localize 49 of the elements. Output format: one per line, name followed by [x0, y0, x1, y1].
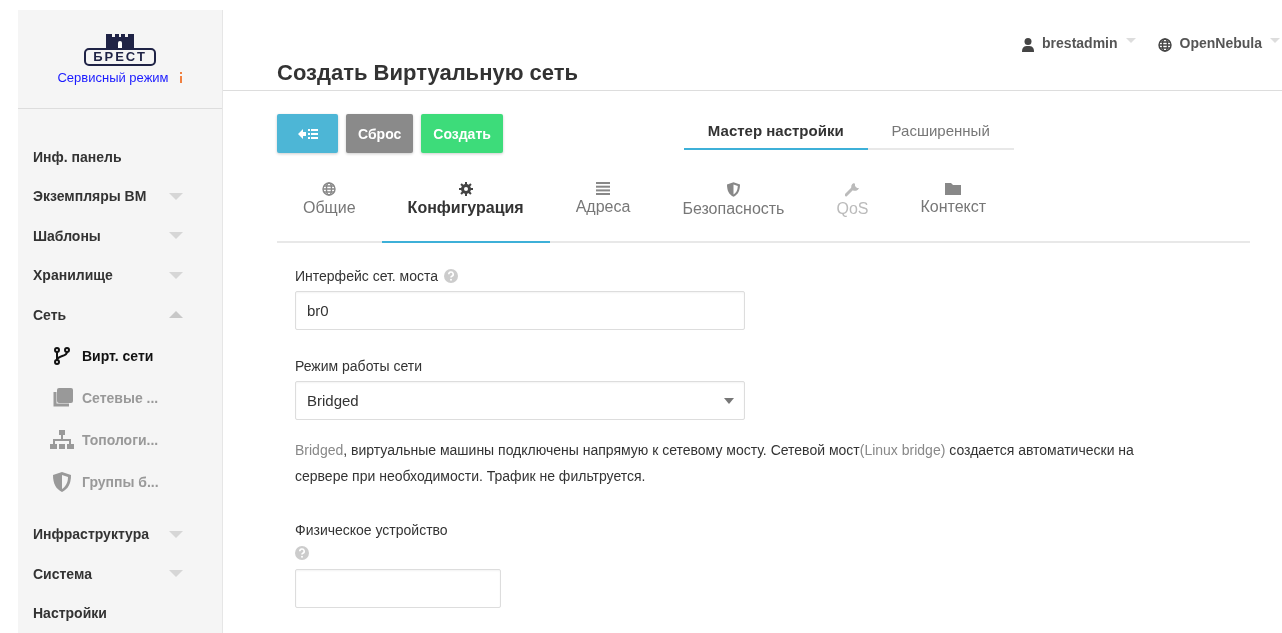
shield-icon [53, 471, 71, 492]
sidebar-menu[interactable]: Экземпляры ВМ [18, 176, 183, 216]
user-menu[interactable]: brestadmin [1042, 35, 1118, 51]
help-icon[interactable] [444, 269, 459, 283]
field-description: Bridged, виртуальные машины подключены напрямую к сетевому мосту. Сетевой мост(Linux bridge) создается автоматически на сервере при необходимости. Трафик не фильтруется. [295, 441, 1135, 486]
sidebar-menu[interactable]: Хранилище [18, 255, 183, 295]
globe-icon [322, 182, 337, 196]
caret-icon [1125, 38, 1136, 43]
field-label: Режим работы сети [295, 358, 423, 374]
logo-text: БРЕСТ [84, 47, 156, 66]
input-field[interactable] [295, 569, 501, 608]
page-title: Создать Виртуальную сеть [276, 59, 579, 87]
sitemap-icon [50, 429, 74, 450]
sidebar-menu[interactable]: Сеть [18, 295, 183, 335]
copies-icon [51, 387, 73, 408]
info-icon [178, 71, 183, 83]
gear-icon [458, 182, 473, 196]
select-field[interactable]: Bridged [295, 381, 745, 420]
back-list-icon [297, 127, 318, 140]
sidebar-menu[interactable]: Шаблоны [18, 216, 183, 256]
branch-icon [54, 346, 70, 365]
input-field[interactable]: br0 [295, 291, 745, 330]
wrench-icon [844, 182, 860, 197]
user-icon [1022, 38, 1035, 52]
sidebar-menu[interactable]: Система [18, 554, 183, 594]
step-tab[interactable]: Контекст [894, 170, 1013, 243]
back-button[interactable] [277, 114, 338, 153]
caret-icon [1270, 38, 1280, 43]
sidebar-item[interactable]: Настройки [18, 593, 183, 633]
help-icon[interactable] [295, 546, 309, 560]
shield-icon [726, 182, 740, 197]
sidebar-menu[interactable]: Инфраструктура [18, 514, 183, 554]
zone-menu[interactable]: OpenNebula [1179, 35, 1262, 51]
list-icon [596, 182, 611, 195]
mode-link[interactable]: Сервисный режим [57, 69, 169, 85]
sidebar-item[interactable]: Инф. панель [18, 137, 183, 177]
mode-tab[interactable]: Мастер настройки [683, 114, 868, 150]
step-tab[interactable]: Конфигурация [381, 170, 550, 243]
step-tab[interactable]: Безопасность [656, 170, 811, 243]
step-tab[interactable]: Общие [277, 170, 382, 243]
castle-logo-icon [103, 33, 137, 48]
mode-tab[interactable]: Расширенный [867, 114, 1014, 150]
globe-icon [1157, 38, 1172, 52]
dropdown-caret-icon [724, 397, 734, 404]
sidebar-subitem[interactable]: Вирт. сети [82, 347, 154, 364]
field-label: Физическое устройство [295, 522, 448, 538]
folder-icon [945, 182, 962, 195]
field-label: Интерфейс сет. моста [295, 268, 439, 284]
step-tab[interactable]: Адреса [549, 170, 657, 243]
